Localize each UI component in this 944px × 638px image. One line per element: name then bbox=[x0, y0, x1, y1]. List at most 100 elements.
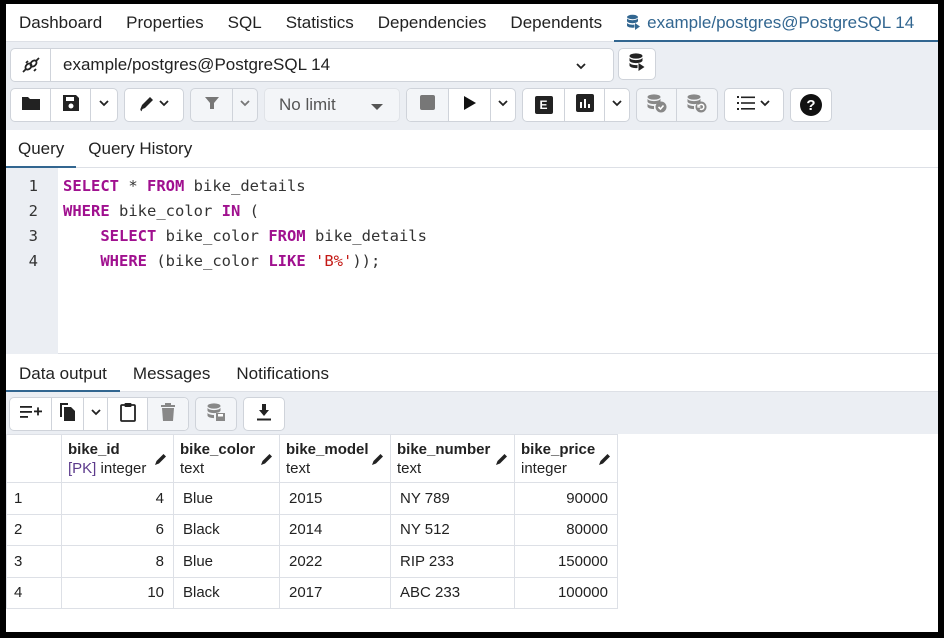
column-header-bike-id[interactable]: bike_id [PK] integer bbox=[61, 434, 174, 483]
tab-properties[interactable]: Properties bbox=[114, 4, 215, 42]
column-header-bike-number[interactable]: bike_number text bbox=[390, 434, 515, 483]
cell-bike-id[interactable]: 10 bbox=[61, 576, 174, 609]
stop-button[interactable] bbox=[407, 89, 449, 121]
table-row[interactable]: 3 8 Blue 2022 RIP 233 150000 bbox=[6, 545, 618, 578]
code-line[interactable]: 1 SELECT * FROM bike_details bbox=[6, 174, 938, 199]
help-button[interactable]: ? bbox=[791, 89, 831, 121]
tab-notifications[interactable]: Notifications bbox=[223, 355, 342, 392]
cell-bike-price[interactable]: 150000 bbox=[514, 545, 618, 578]
save-file-button[interactable] bbox=[51, 89, 91, 121]
line-number: 1 bbox=[28, 177, 38, 195]
code-line[interactable]: 4 WHERE (bike_color LIKE 'B%')); bbox=[6, 249, 938, 274]
cell-bike-color[interactable]: Blue bbox=[173, 482, 280, 515]
download-button[interactable] bbox=[244, 398, 284, 430]
paste-button[interactable] bbox=[108, 398, 148, 430]
tab-dependencies[interactable]: Dependencies bbox=[366, 4, 499, 42]
open-file-button[interactable] bbox=[11, 89, 51, 121]
row-number[interactable]: 4 bbox=[6, 576, 62, 609]
caret-down-icon bbox=[371, 104, 383, 110]
code-line[interactable]: 3 SELECT bike_color FROM bike_details bbox=[6, 224, 938, 249]
column-name: bike_number bbox=[397, 440, 491, 458]
execute-button[interactable] bbox=[449, 89, 491, 121]
cell-bike-model[interactable]: 2017 bbox=[279, 576, 391, 609]
delete-button[interactable] bbox=[148, 398, 188, 430]
connection-dropdown[interactable]: example/postgres@PostgreSQL 14 bbox=[51, 49, 613, 81]
column-header-bike-price[interactable]: bike_price integer bbox=[514, 434, 618, 483]
explain-options-button[interactable] bbox=[605, 89, 629, 121]
sql-text: bike_details bbox=[184, 177, 306, 195]
grid-corner-cell[interactable] bbox=[6, 434, 62, 483]
cell-bike-price[interactable]: 80000 bbox=[514, 513, 618, 546]
chevron-down-icon bbox=[158, 96, 170, 114]
tab-dashboard[interactable]: Dashboard bbox=[6, 4, 114, 42]
tab-query-history[interactable]: Query History bbox=[76, 130, 204, 168]
cell-bike-color[interactable]: Black bbox=[173, 513, 280, 546]
cell-bike-id[interactable]: 8 bbox=[61, 545, 174, 578]
row-number[interactable]: 2 bbox=[6, 513, 62, 546]
sql-editor[interactable]: 1 SELECT * FROM bike_details 2 WHERE bike_c… bbox=[6, 168, 938, 354]
new-connection-button[interactable] bbox=[618, 48, 656, 80]
code-text: SELECT bike_color FROM bike_details bbox=[63, 224, 427, 249]
row-number[interactable]: 1 bbox=[6, 482, 62, 515]
copy-button[interactable] bbox=[52, 398, 84, 430]
cell-bike-number[interactable]: ABC 233 bbox=[390, 576, 515, 609]
query-toolbar-area: example/postgres@PostgreSQL 14 No limit … bbox=[6, 42, 938, 130]
save-options-button[interactable] bbox=[91, 89, 117, 121]
edit-options-button[interactable] bbox=[125, 89, 183, 121]
column-type: text bbox=[286, 459, 311, 477]
cell-bike-price[interactable]: 90000 bbox=[514, 482, 618, 515]
save-data-button[interactable] bbox=[196, 398, 236, 430]
cell-bike-id[interactable]: 4 bbox=[61, 482, 174, 515]
sql-keyword: WHERE bbox=[63, 202, 110, 220]
explain-analyze-button[interactable] bbox=[565, 89, 605, 121]
tab-query[interactable]: Query bbox=[6, 130, 77, 169]
cell-bike-color[interactable]: Black bbox=[173, 576, 280, 609]
row-limit-select[interactable]: No limit bbox=[264, 88, 400, 122]
column-header-bike-model[interactable]: bike_model text bbox=[279, 434, 391, 483]
filter-options-button[interactable] bbox=[233, 89, 257, 121]
sql-keyword: SELECT bbox=[63, 177, 119, 195]
connection-plug-icon[interactable] bbox=[11, 49, 51, 81]
filter-button[interactable] bbox=[191, 89, 233, 121]
rollback-button[interactable] bbox=[677, 89, 717, 121]
cell-bike-color[interactable]: Blue bbox=[173, 545, 280, 578]
cell-bike-price[interactable]: 100000 bbox=[514, 576, 618, 609]
sql-keyword: IN bbox=[221, 202, 241, 220]
output-tabs: Data output Messages Notifications bbox=[6, 355, 938, 393]
pencil-icon bbox=[154, 452, 168, 471]
cell-bike-number[interactable]: NY 512 bbox=[390, 513, 515, 546]
line-number: 2 bbox=[28, 202, 38, 220]
sql-text: bike_color bbox=[156, 227, 269, 245]
copy-options-button[interactable] bbox=[84, 398, 108, 430]
cell-bike-number[interactable]: NY 789 bbox=[390, 482, 515, 515]
commit-button[interactable] bbox=[637, 89, 677, 121]
tab-data-output[interactable]: Data output bbox=[6, 355, 120, 393]
cell-bike-model[interactable]: 2015 bbox=[279, 482, 391, 515]
sql-string: 'B%' bbox=[315, 252, 353, 270]
code-line[interactable]: 2 WHERE bike_color IN ( bbox=[6, 199, 938, 224]
cell-bike-model[interactable]: 2022 bbox=[279, 545, 391, 578]
connection-selector[interactable]: example/postgres@PostgreSQL 14 bbox=[10, 48, 614, 82]
grid-header-row: bike_id [PK] integer bike_color text bik… bbox=[6, 434, 618, 483]
row-number[interactable]: 3 bbox=[6, 545, 62, 578]
database-new-connection-icon bbox=[628, 52, 646, 77]
tab-sql[interactable]: SQL bbox=[216, 4, 274, 42]
sql-keyword: SELECT bbox=[100, 227, 157, 245]
tab-messages[interactable]: Messages bbox=[120, 355, 223, 392]
tab-query-tool[interactable]: example/postgres@PostgreSQL 14 bbox=[614, 4, 938, 43]
cell-bike-model[interactable]: 2014 bbox=[279, 513, 391, 546]
table-row[interactable]: 1 4 Blue 2015 NY 789 90000 bbox=[6, 482, 618, 515]
cell-bike-id[interactable]: 6 bbox=[61, 513, 174, 546]
table-row[interactable]: 4 10 Black 2017 ABC 233 100000 bbox=[6, 576, 618, 609]
tab-statistics[interactable]: Statistics bbox=[274, 4, 366, 42]
tab-dependents[interactable]: Dependents bbox=[498, 4, 614, 42]
cell-bike-number[interactable]: RIP 233 bbox=[390, 545, 515, 578]
execute-options-button[interactable] bbox=[491, 89, 515, 121]
add-row-button[interactable] bbox=[10, 398, 52, 430]
panel-tabs: Dashboard Properties SQL Statistics Depe… bbox=[6, 4, 938, 43]
column-header-bike-color[interactable]: bike_color text bbox=[173, 434, 280, 483]
table-row[interactable]: 2 6 Black 2014 NY 512 80000 bbox=[6, 513, 618, 546]
explain-button[interactable]: E bbox=[523, 89, 565, 121]
macros-button[interactable] bbox=[725, 89, 783, 121]
